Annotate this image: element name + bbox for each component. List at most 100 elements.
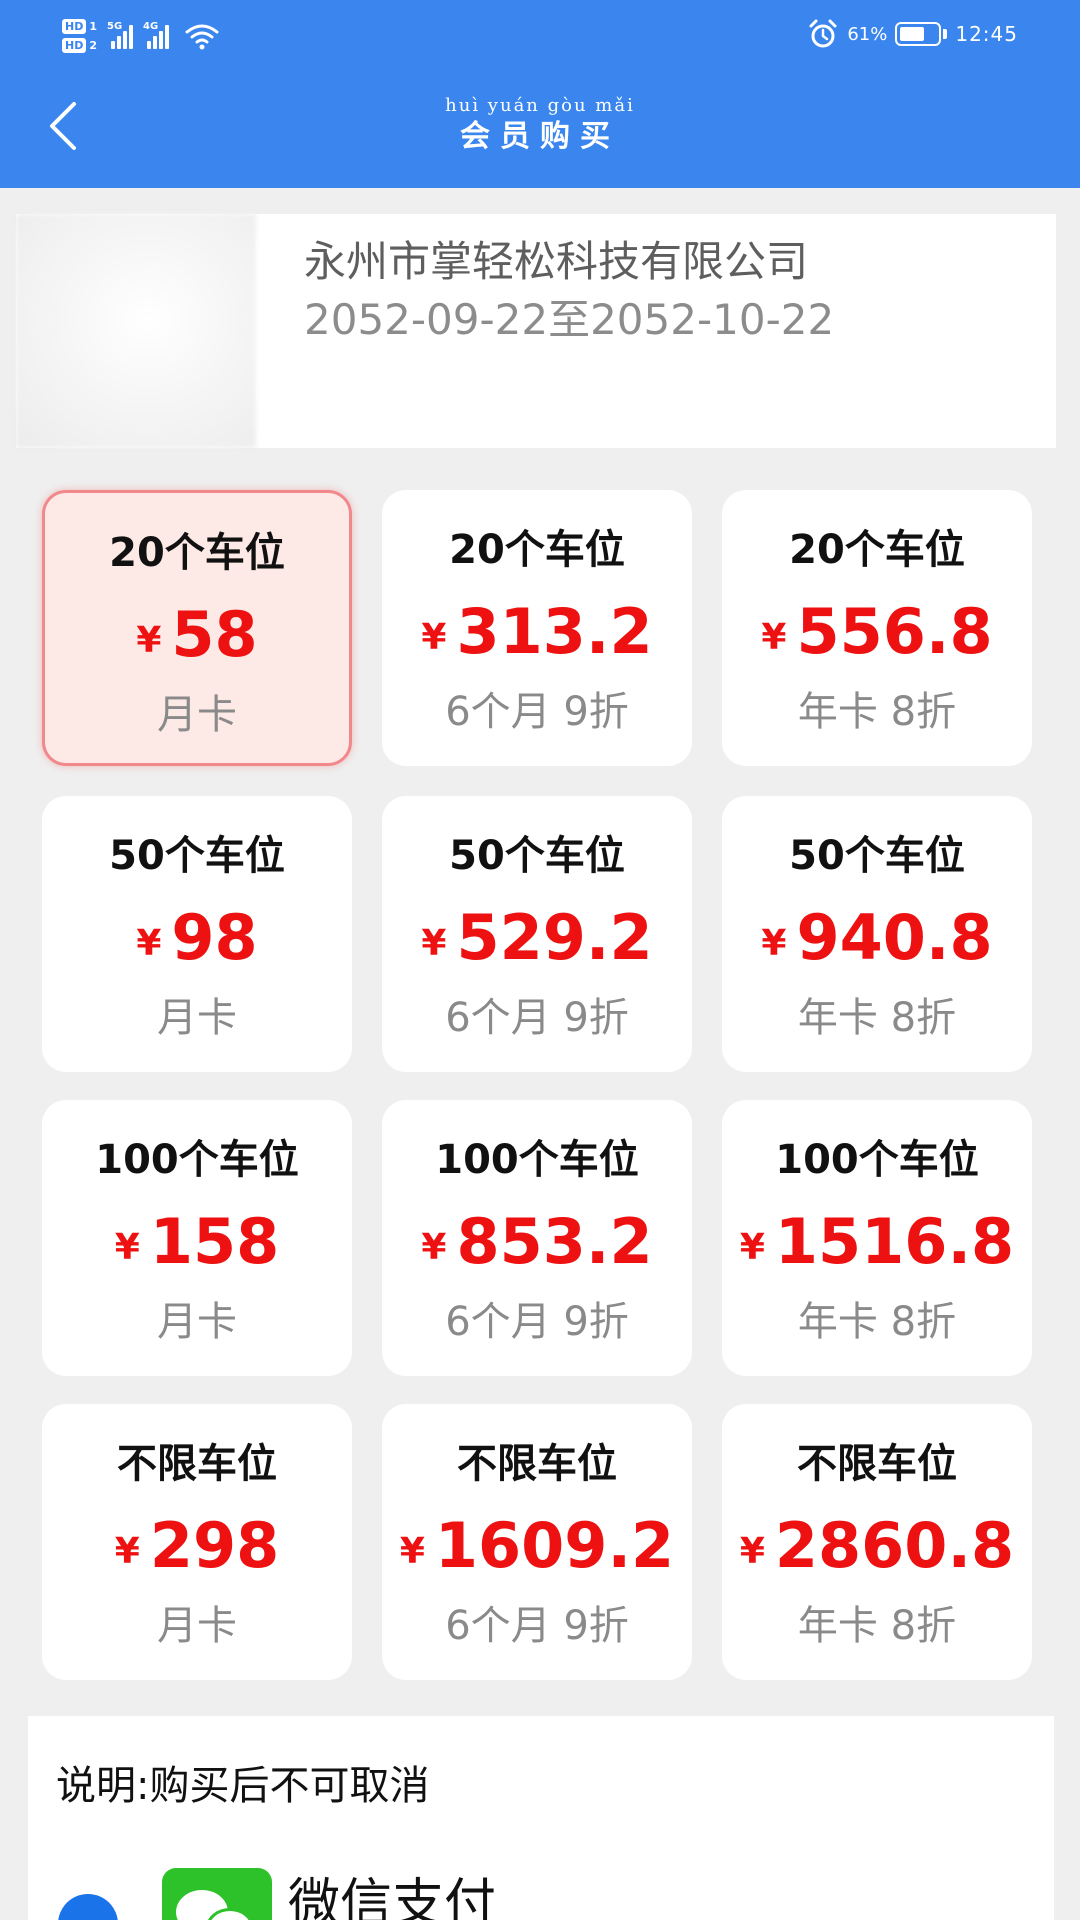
payment-method-label[interactable]: 微信支付 xyxy=(288,1872,496,1920)
plan-spaces: 20个车位 xyxy=(449,527,625,573)
signal-icon: 4G xyxy=(143,21,169,49)
company-logo xyxy=(16,214,256,448)
payment-radio[interactable] xyxy=(58,1894,118,1920)
plan-duration: 月卡 xyxy=(157,995,237,1041)
notice-card: 说明:购买后不可取消 微信支付 xyxy=(28,1716,1054,1920)
plan-price: ¥313.2 xyxy=(382,594,692,686)
plan-price: ¥556.8 xyxy=(722,594,1032,686)
currency-symbol: ¥ xyxy=(114,1227,140,1268)
plan-card[interactable]: 50个车位 ¥940.8 年卡 8折 xyxy=(722,796,1032,1072)
plan-price: ¥853.2 xyxy=(382,1204,692,1296)
price-amount: 1516.8 xyxy=(774,1205,1015,1278)
network-type: 4G xyxy=(143,21,159,32)
plan-price: ¥529.2 xyxy=(382,900,692,992)
plan-price: ¥1609.2 xyxy=(382,1508,692,1600)
currency-symbol: ¥ xyxy=(136,923,162,964)
plan-duration: 年卡 8折 xyxy=(797,995,957,1041)
currency-symbol: ¥ xyxy=(136,620,162,661)
plan-duration: 6个月 9折 xyxy=(445,689,629,735)
currency-symbol: ¥ xyxy=(114,1531,140,1572)
plan-card[interactable]: 不限车位 ¥2860.8 年卡 8折 xyxy=(722,1404,1032,1680)
status-bar-left: HD 1 HD 2 5G 4G xyxy=(62,8,219,64)
price-amount: 158 xyxy=(149,1205,280,1278)
hd-badge: HD xyxy=(62,19,87,34)
price-amount: 1609.2 xyxy=(434,1509,675,1582)
wifi-icon xyxy=(185,24,219,50)
plan-spaces: 100个车位 xyxy=(95,1137,299,1183)
purchase-notice: 说明:购买后不可取消 xyxy=(56,1763,430,1809)
plan-card[interactable]: 20个车位 ¥313.2 6个月 9折 xyxy=(382,490,692,766)
alarm-icon xyxy=(809,19,837,48)
battery-icon xyxy=(895,20,948,48)
plan-card[interactable]: 50个车位 ¥98 月卡 xyxy=(42,796,352,1072)
sim-number: 2 xyxy=(89,39,97,52)
currency-symbol: ¥ xyxy=(399,1531,425,1572)
plan-card[interactable]: 20个车位 ¥556.8 年卡 8折 xyxy=(722,490,1032,766)
plan-duration: 6个月 9折 xyxy=(445,1603,629,1649)
membership-period: 2052-09-22至2052-10-22 xyxy=(304,295,835,344)
status-bar-right: 61% 12:45 xyxy=(807,14,1018,54)
plan-card[interactable]: 100个车位 ¥1516.8 年卡 8折 xyxy=(722,1100,1032,1376)
plan-price: ¥98 xyxy=(42,900,352,992)
plan-duration: 6个月 9折 xyxy=(445,1299,629,1345)
currency-symbol: ¥ xyxy=(421,923,447,964)
currency-symbol: ¥ xyxy=(761,617,787,658)
page-title-block: huì yuán gòu mǎi 会员购买 xyxy=(0,96,1080,156)
currency-symbol: ¥ xyxy=(739,1227,765,1268)
price-amount: 556.8 xyxy=(796,595,993,668)
wechat-pay-icon xyxy=(162,1868,272,1920)
plan-duration: 年卡 8折 xyxy=(797,689,957,735)
plan-spaces: 不限车位 xyxy=(457,1441,617,1487)
price-amount: 2860.8 xyxy=(774,1509,1015,1582)
price-amount: 853.2 xyxy=(456,1205,653,1278)
plan-price: ¥1516.8 xyxy=(722,1204,1032,1296)
price-amount: 298 xyxy=(149,1509,280,1582)
currency-symbol: ¥ xyxy=(761,923,787,964)
page-title: 会员购买 xyxy=(460,119,620,154)
company-info-card: 永州市掌轻松科技有限公司 2052-09-22至2052-10-22 xyxy=(16,214,1056,448)
plan-spaces: 20个车位 xyxy=(789,527,965,573)
plan-card[interactable]: 20个车位 ¥58 月卡 xyxy=(42,490,352,766)
status-time: 12:45 xyxy=(955,22,1018,46)
membership-purchase-page: HD 1 HD 2 5G 4G 61% 12:45 huì yuán gòu m… xyxy=(0,0,1080,1920)
sim-number: 1 xyxy=(89,20,97,33)
price-amount: 98 xyxy=(171,901,258,974)
price-amount: 529.2 xyxy=(456,901,653,974)
plan-duration: 月卡 xyxy=(157,1299,237,1345)
plan-price: ¥2860.8 xyxy=(722,1508,1032,1600)
plan-duration: 6个月 9折 xyxy=(445,995,629,1041)
plan-card[interactable]: 100个车位 ¥853.2 6个月 9折 xyxy=(382,1100,692,1376)
plan-card[interactable]: 50个车位 ¥529.2 6个月 9折 xyxy=(382,796,692,1072)
plan-duration: 月卡 xyxy=(157,1603,237,1649)
sim1-indicator: HD 1 xyxy=(62,19,97,34)
plan-duration: 年卡 8折 xyxy=(797,1299,957,1345)
plan-spaces: 20个车位 xyxy=(109,530,285,576)
currency-symbol: ¥ xyxy=(421,617,447,658)
plan-spaces: 100个车位 xyxy=(775,1137,979,1183)
hd-badge: HD xyxy=(62,38,87,53)
price-amount: 313.2 xyxy=(456,595,653,668)
plan-spaces: 100个车位 xyxy=(435,1137,639,1183)
plan-price: ¥158 xyxy=(42,1204,352,1296)
plan-card[interactable]: 不限车位 ¥1609.2 6个月 9折 xyxy=(382,1404,692,1680)
sim-indicators: HD 1 HD 2 xyxy=(62,19,97,53)
plan-card[interactable]: 100个车位 ¥158 月卡 xyxy=(42,1100,352,1376)
plan-price: ¥940.8 xyxy=(722,900,1032,992)
page-title-pinyin: huì yuán gòu mǎi xyxy=(445,95,635,116)
plan-duration: 年卡 8折 xyxy=(797,1603,957,1649)
company-name: 永州市掌轻松科技有限公司 xyxy=(304,237,809,286)
sim2-indicator: HD 2 xyxy=(62,38,97,53)
battery-percent: 61% xyxy=(847,23,888,45)
plan-spaces: 50个车位 xyxy=(109,833,285,879)
plan-spaces: 不限车位 xyxy=(797,1441,957,1487)
plan-spaces: 不限车位 xyxy=(117,1441,277,1487)
plan-price: ¥58 xyxy=(45,597,349,689)
plan-spaces: 50个车位 xyxy=(789,833,965,879)
network-type: 5G xyxy=(107,21,123,32)
price-amount: 940.8 xyxy=(796,901,993,974)
plan-card[interactable]: 不限车位 ¥298 月卡 xyxy=(42,1404,352,1680)
currency-symbol: ¥ xyxy=(739,1531,765,1572)
plan-spaces: 50个车位 xyxy=(449,833,625,879)
plan-duration: 月卡 xyxy=(157,692,237,738)
price-amount: 58 xyxy=(171,598,258,671)
